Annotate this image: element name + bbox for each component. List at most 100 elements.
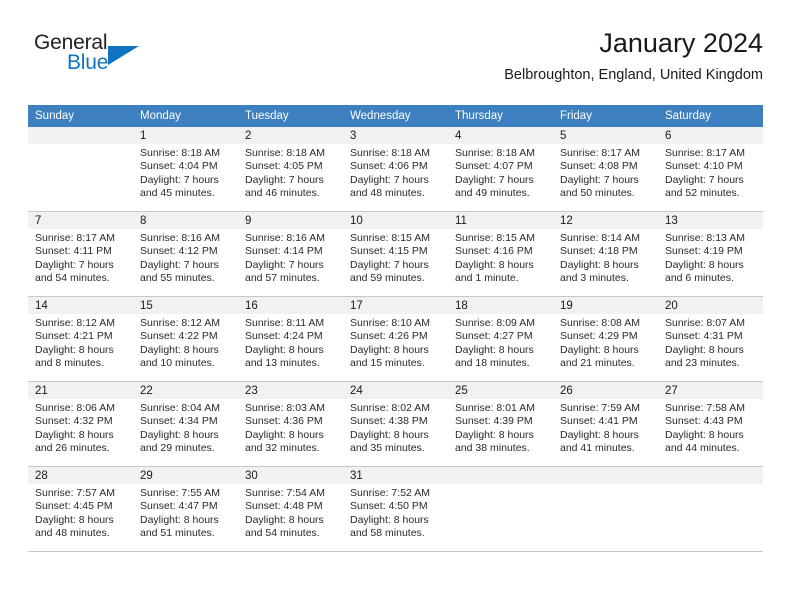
daylight-text-line1: Daylight: 7 hours (35, 258, 114, 271)
day-cell[interactable]: 29 Sunrise: 7:55 AM Sunset: 4:47 PM Dayl… (133, 466, 238, 552)
sunset-text: Sunset: 4:45 PM (35, 500, 113, 513)
sunset-text: Sunset: 4:31 PM (665, 330, 743, 343)
day-cell[interactable]: 12 Sunrise: 8:14 AM Sunset: 4:18 PM Dayl… (553, 211, 658, 297)
day-cell[interactable]: 31 Sunrise: 7:52 AM Sunset: 4:50 PM Dayl… (343, 466, 448, 552)
day-cell[interactable]: 6 Sunrise: 8:17 AM Sunset: 4:10 PM Dayli… (658, 127, 763, 212)
daylight-text-line1: Daylight: 8 hours (35, 343, 114, 356)
sunrise-text: Sunrise: 7:57 AM (35, 487, 115, 499)
daylight-text-line2: and 55 minutes. (140, 272, 215, 285)
day-cell[interactable]: 15 Sunrise: 8:12 AM Sunset: 4:22 PM Dayl… (133, 296, 238, 382)
sunset-text: Sunset: 4:38 PM (350, 415, 428, 428)
day-cell[interactable]: 25 Sunrise: 8:01 AM Sunset: 4:39 PM Dayl… (448, 381, 553, 467)
day-info: Sunrise: 8:07 AM Sunset: 4:31 PM Dayligh… (658, 314, 763, 371)
daylight-text-line2: and 54 minutes. (245, 527, 320, 540)
day-cell[interactable]: 7 Sunrise: 8:17 AM Sunset: 4:11 PM Dayli… (28, 211, 133, 297)
day-cell[interactable]: 10 Sunrise: 8:15 AM Sunset: 4:15 PM Dayl… (343, 211, 448, 297)
daylight-text-line2: and 10 minutes. (140, 357, 215, 370)
day-info: Sunrise: 8:16 AM Sunset: 4:12 PM Dayligh… (133, 229, 238, 286)
daylight-text-line2: and 1 minute. (455, 272, 519, 285)
daylight-text-line1: Daylight: 7 hours (455, 173, 534, 186)
day-number: 8 (133, 212, 238, 229)
daylight-text-line2: and 38 minutes. (455, 442, 530, 455)
day-cell[interactable] (448, 466, 553, 552)
day-cell[interactable]: 1 Sunrise: 8:18 AM Sunset: 4:04 PM Dayli… (133, 127, 238, 212)
daylight-text-line2: and 18 minutes. (455, 357, 530, 370)
daylight-text-line1: Daylight: 8 hours (140, 513, 219, 526)
day-cell[interactable]: 20 Sunrise: 8:07 AM Sunset: 4:31 PM Dayl… (658, 296, 763, 382)
brand-logo[interactable]: General Blue (34, 32, 174, 90)
day-number: 4 (448, 127, 553, 144)
sunset-text: Sunset: 4:39 PM (455, 415, 533, 428)
day-cell[interactable]: 5 Sunrise: 8:17 AM Sunset: 4:08 PM Dayli… (553, 127, 658, 212)
sunrise-text: Sunrise: 8:13 AM (665, 232, 745, 244)
sunset-text: Sunset: 4:47 PM (140, 500, 218, 513)
daylight-text-line1: Daylight: 8 hours (350, 343, 429, 356)
day-cell[interactable]: 18 Sunrise: 8:09 AM Sunset: 4:27 PM Dayl… (448, 296, 553, 382)
daylight-text-line2: and 8 minutes. (35, 357, 104, 370)
daylight-text-line1: Daylight: 7 hours (350, 173, 429, 186)
week-row: 7 Sunrise: 8:17 AM Sunset: 4:11 PM Dayli… (28, 211, 763, 297)
day-info: Sunrise: 8:18 AM Sunset: 4:04 PM Dayligh… (133, 144, 238, 201)
day-number: 13 (658, 212, 763, 229)
sunrise-text: Sunrise: 8:15 AM (455, 232, 535, 244)
day-cell[interactable]: 26 Sunrise: 7:59 AM Sunset: 4:41 PM Dayl… (553, 381, 658, 467)
daylight-text-line1: Daylight: 8 hours (245, 428, 324, 441)
day-cell[interactable]: 27 Sunrise: 7:58 AM Sunset: 4:43 PM Dayl… (658, 381, 763, 467)
day-cell[interactable]: 23 Sunrise: 8:03 AM Sunset: 4:36 PM Dayl… (238, 381, 343, 467)
day-info: Sunrise: 8:14 AM Sunset: 4:18 PM Dayligh… (553, 229, 658, 286)
weekday-header-saturday: Saturday (658, 105, 763, 127)
sunset-text: Sunset: 4:16 PM (455, 245, 533, 258)
week-row: 21 Sunrise: 8:06 AM Sunset: 4:32 PM Dayl… (28, 381, 763, 467)
day-info: Sunrise: 8:06 AM Sunset: 4:32 PM Dayligh… (28, 399, 133, 456)
day-number: 9 (238, 212, 343, 229)
day-cell[interactable]: 11 Sunrise: 8:15 AM Sunset: 4:16 PM Dayl… (448, 211, 553, 297)
day-cell[interactable]: 21 Sunrise: 8:06 AM Sunset: 4:32 PM Dayl… (28, 381, 133, 467)
day-cell[interactable]: 17 Sunrise: 8:10 AM Sunset: 4:26 PM Dayl… (343, 296, 448, 382)
day-cell[interactable] (553, 466, 658, 552)
weekday-header-wednesday: Wednesday (343, 105, 448, 127)
sunset-text: Sunset: 4:32 PM (35, 415, 113, 428)
daylight-text-line2: and 26 minutes. (35, 442, 110, 455)
day-info: Sunrise: 8:17 AM Sunset: 4:08 PM Dayligh… (553, 144, 658, 201)
sunset-text: Sunset: 4:29 PM (560, 330, 638, 343)
daylight-text-line2: and 44 minutes. (665, 442, 740, 455)
day-cell[interactable]: 4 Sunrise: 8:18 AM Sunset: 4:07 PM Dayli… (448, 127, 553, 212)
day-cell[interactable]: 13 Sunrise: 8:13 AM Sunset: 4:19 PM Dayl… (658, 211, 763, 297)
day-cell[interactable]: 28 Sunrise: 7:57 AM Sunset: 4:45 PM Dayl… (28, 466, 133, 552)
day-cell[interactable]: 2 Sunrise: 8:18 AM Sunset: 4:05 PM Dayli… (238, 127, 343, 212)
daylight-text-line2: and 54 minutes. (35, 272, 110, 285)
daylight-text-line1: Daylight: 8 hours (35, 428, 114, 441)
sunrise-text: Sunrise: 8:03 AM (245, 402, 325, 414)
day-cell[interactable]: 8 Sunrise: 8:16 AM Sunset: 4:12 PM Dayli… (133, 211, 238, 297)
sunset-text: Sunset: 4:15 PM (350, 245, 428, 258)
day-info: Sunrise: 7:57 AM Sunset: 4:45 PM Dayligh… (28, 484, 133, 541)
day-info: Sunrise: 8:04 AM Sunset: 4:34 PM Dayligh… (133, 399, 238, 456)
daylight-text-line1: Daylight: 7 hours (245, 258, 324, 271)
daylight-text-line2: and 41 minutes. (560, 442, 635, 455)
daylight-text-line1: Daylight: 8 hours (455, 343, 534, 356)
day-cell[interactable]: 19 Sunrise: 8:08 AM Sunset: 4:29 PM Dayl… (553, 296, 658, 382)
daylight-text-line2: and 23 minutes. (665, 357, 740, 370)
day-cell[interactable]: 9 Sunrise: 8:16 AM Sunset: 4:14 PM Dayli… (238, 211, 343, 297)
day-cell[interactable]: 3 Sunrise: 8:18 AM Sunset: 4:06 PM Dayli… (343, 127, 448, 212)
sunrise-text: Sunrise: 7:58 AM (665, 402, 745, 414)
daylight-text-line2: and 13 minutes. (245, 357, 320, 370)
day-cell[interactable] (28, 127, 133, 212)
sunset-text: Sunset: 4:34 PM (140, 415, 218, 428)
daylight-text-line1: Daylight: 8 hours (140, 428, 219, 441)
day-cell[interactable]: 24 Sunrise: 8:02 AM Sunset: 4:38 PM Dayl… (343, 381, 448, 467)
sunset-text: Sunset: 4:21 PM (35, 330, 113, 343)
day-cell[interactable]: 22 Sunrise: 8:04 AM Sunset: 4:34 PM Dayl… (133, 381, 238, 467)
day-number: 26 (553, 382, 658, 399)
day-info: Sunrise: 8:13 AM Sunset: 4:19 PM Dayligh… (658, 229, 763, 286)
daylight-text-line2: and 57 minutes. (245, 272, 320, 285)
daylight-text-line1: Daylight: 8 hours (455, 428, 534, 441)
day-cell[interactable]: 16 Sunrise: 8:11 AM Sunset: 4:24 PM Dayl… (238, 296, 343, 382)
day-cell[interactable]: 30 Sunrise: 7:54 AM Sunset: 4:48 PM Dayl… (238, 466, 343, 552)
day-info: Sunrise: 8:18 AM Sunset: 4:07 PM Dayligh… (448, 144, 553, 201)
brand-name-blue: Blue (67, 51, 109, 74)
day-cell[interactable]: 14 Sunrise: 8:12 AM Sunset: 4:21 PM Dayl… (28, 296, 133, 382)
sunset-text: Sunset: 4:07 PM (455, 160, 533, 173)
day-cell[interactable] (658, 466, 763, 552)
sunrise-text: Sunrise: 8:04 AM (140, 402, 220, 414)
